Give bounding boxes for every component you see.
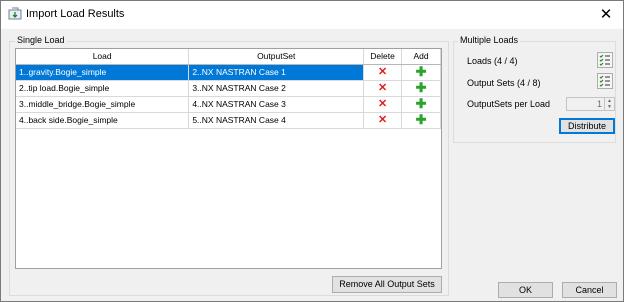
- table-row[interactable]: 3..middle_bridge.Bogie_simple 4..NX NAST…: [16, 96, 441, 113]
- load-cell[interactable]: 2..tip load.Bogie_simple: [16, 80, 190, 97]
- table-row[interactable]: 4..back side.Bogie_simple 5..NX NASTRAN …: [16, 112, 441, 129]
- single-load-grid[interactable]: Load OutputSet Delete Add 1..gravity.Bog…: [15, 48, 442, 269]
- add-icon[interactable]: ✚: [416, 96, 427, 111]
- grid-header-row: Load OutputSet Delete Add: [16, 49, 441, 65]
- load-cell[interactable]: 3..middle_bridge.Bogie_simple: [16, 96, 190, 113]
- delete-icon[interactable]: ✕: [378, 82, 387, 94]
- single-load-group-label: Single Load: [15, 35, 67, 45]
- outputsets-per-load-value: 1: [596, 99, 602, 109]
- import-load-results-dialog: Import Load Results ✕ Single Load Load O…: [0, 0, 624, 302]
- title-bar: Import Load Results ✕: [1, 1, 623, 29]
- output-sets-count-label: Output Sets (4 / 8): [467, 78, 541, 88]
- column-header-load[interactable]: Load: [16, 49, 190, 65]
- outputsets-per-load-stepper[interactable]: 1 ▲ ▼: [566, 97, 615, 111]
- outputsets-per-load-label: OutputSets per Load: [467, 99, 551, 109]
- table-row[interactable]: 2..tip load.Bogie_simple 3..NX NASTRAN C…: [16, 80, 441, 97]
- outputset-cell[interactable]: 3..NX NASTRAN Case 2: [188, 80, 365, 97]
- loads-count-label: Loads (4 / 4): [467, 56, 518, 66]
- column-header-add[interactable]: Add: [401, 49, 441, 65]
- close-icon[interactable]: ✕: [589, 1, 623, 29]
- table-row[interactable]: 1..gravity.Bogie_simple 2..NX NASTRAN Ca…: [16, 64, 441, 81]
- outputset-cell[interactable]: 4..NX NASTRAN Case 3: [188, 96, 365, 113]
- outputset-cell[interactable]: 2..NX NASTRAN Case 1: [188, 64, 365, 81]
- ok-button[interactable]: OK: [498, 282, 553, 298]
- load-cell[interactable]: 4..back side.Bogie_simple: [16, 112, 190, 129]
- load-cell[interactable]: 1..gravity.Bogie_simple: [16, 64, 190, 81]
- multiple-loads-group-label: Multiple Loads: [458, 35, 521, 45]
- column-header-delete[interactable]: Delete: [363, 49, 403, 65]
- loads-list-button[interactable]: [597, 52, 613, 68]
- cancel-button[interactable]: Cancel: [562, 282, 617, 298]
- add-icon[interactable]: ✚: [416, 64, 427, 79]
- delete-icon[interactable]: ✕: [378, 114, 387, 126]
- checklist-icon: [599, 54, 610, 66]
- outputset-cell[interactable]: 5..NX NASTRAN Case 4: [188, 112, 365, 129]
- output-sets-list-button[interactable]: [597, 73, 613, 89]
- app-icon: [8, 7, 22, 21]
- add-icon[interactable]: ✚: [416, 80, 427, 95]
- checklist-icon: [599, 75, 610, 87]
- add-icon[interactable]: ✚: [416, 112, 427, 127]
- distribute-button[interactable]: Distribute: [559, 118, 615, 134]
- column-header-outputset[interactable]: OutputSet: [188, 49, 365, 65]
- delete-icon[interactable]: ✕: [378, 66, 387, 78]
- spin-down-icon[interactable]: ▼: [607, 104, 612, 110]
- delete-icon[interactable]: ✕: [378, 98, 387, 110]
- window-title: Import Load Results: [26, 8, 125, 20]
- remove-all-output-sets-button[interactable]: Remove All Output Sets: [332, 276, 442, 293]
